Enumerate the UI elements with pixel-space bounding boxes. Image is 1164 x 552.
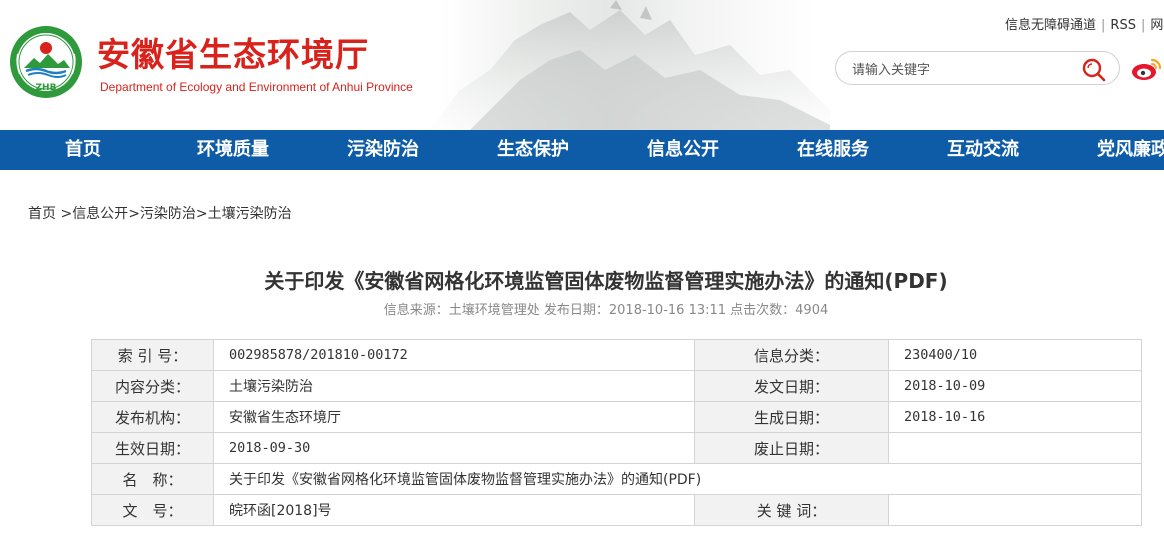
effective-date-label: 生效日期： <box>91 432 214 464</box>
breadcrumb-home[interactable]: 首页 <box>28 206 56 222</box>
repeal-date-label: 废止日期： <box>694 432 889 464</box>
breadcrumb-separator: > <box>60 206 73 222</box>
publisher-label: 发布机构： <box>91 401 214 433</box>
keywords-value <box>888 494 1142 526</box>
nav-item-home[interactable]: 首页 <box>65 130 101 170</box>
nav-item-ecological-protection[interactable]: 生态保护 <box>497 130 569 170</box>
logo-text: ZHB <box>36 83 57 93</box>
article-title: 关于印发《安徽省网格化环境监管固体废物监督管理实施办法》的通知(PDF) <box>264 269 948 293</box>
doc-no-label: 文 号： <box>91 494 214 526</box>
link-separator: | <box>1140 18 1146 33</box>
top-links: 信息无障碍通道 | RSS | 网 <box>1005 14 1163 33</box>
table-row: 内容分类： 土壤污染防治 发文日期： 2018-10-09 <box>91 370 1142 402</box>
article-meta: 信息来源：土壤环境管理处 发布日期：2018-10-16 13:11 点击次数：… <box>383 303 829 318</box>
breadcrumb-pollution-control[interactable]: 污染防治 <box>140 206 196 222</box>
weibo-icon[interactable] <box>1130 54 1164 82</box>
site-title[interactable]: 安徽省生态环境厅 <box>97 28 369 76</box>
logo-emblem[interactable]: ZHB <box>8 24 84 100</box>
created-date-value: 2018-10-16 <box>888 401 1142 433</box>
nav-item-interaction[interactable]: 互动交流 <box>947 130 1019 170</box>
nav-item-party-conduct[interactable]: 党风廉政 <box>1097 130 1164 170</box>
effective-date-value: 2018-09-30 <box>213 432 695 464</box>
nav-item-information-disclosure[interactable]: 信息公开 <box>647 130 719 170</box>
content-type-value: 土壤污染防治 <box>213 370 695 402</box>
nav-item-pollution-control[interactable]: 污染防治 <box>347 130 419 170</box>
repeal-date-value <box>888 432 1142 464</box>
breadcrumb: 首页 >信息公开>污染防治>土壤污染防治 <box>28 203 292 223</box>
created-date-label: 生成日期： <box>694 401 889 433</box>
name-value: 关于印发《安徽省网格化环境监管固体废物监督管理实施办法》的通知(PDF) <box>213 463 1142 495</box>
breadcrumb-separator: > <box>128 206 140 222</box>
link-separator: | <box>1101 18 1106 33</box>
table-row: 索 引 号： 002985878/201810-00172 信息分类： 2304… <box>91 339 1142 371</box>
breadcrumb-information-disclosure[interactable]: 信息公开 <box>72 206 128 222</box>
nav-item-environment-quality[interactable]: 环境质量 <box>197 130 269 170</box>
category-value: 230400/10 <box>888 339 1142 371</box>
search-input[interactable] <box>850 59 1074 81</box>
table-row: 生效日期： 2018-09-30 废止日期： <box>91 432 1142 464</box>
breadcrumb-separator: > <box>195 206 208 222</box>
accessibility-link[interactable]: 信息无障碍通道 <box>1005 18 1096 33</box>
category-label: 信息分类： <box>694 339 889 371</box>
content-type-label: 内容分类： <box>91 370 214 402</box>
nav-item-online-services[interactable]: 在线服务 <box>797 130 869 170</box>
main-nav: 首页 环境质量 污染防治 生态保护 信息公开 在线服务 互动交流 党风廉政 <box>0 130 1164 170</box>
name-label: 名 称： <box>91 463 214 495</box>
site-header: ZHB 安徽省生态环境厅 Department of Ecology and E… <box>0 0 1164 130</box>
header-landscape-image <box>430 0 830 130</box>
info-table: 索 引 号： 002985878/201810-00172 信息分类： 2304… <box>91 339 1142 526</box>
more-link[interactable]: 网 <box>1150 18 1163 33</box>
index-no-value: 002985878/201810-00172 <box>213 339 695 371</box>
publisher-value: 安徽省生态环境厅 <box>213 401 695 433</box>
table-row: 文 号： 皖环函[2018]号 关 键 词： <box>91 494 1142 526</box>
index-no-label: 索 引 号： <box>91 339 214 371</box>
breadcrumb-soil-pollution[interactable]: 土壤污染防治 <box>208 206 292 222</box>
table-row: 名 称： 关于印发《安徽省网格化环境监管固体废物监督管理实施办法》的通知(PDF… <box>91 463 1142 495</box>
doc-no-value: 皖环函[2018]号 <box>213 494 695 526</box>
site-subtitle: Department of Ecology and Environment of… <box>100 80 413 94</box>
table-row: 发布机构： 安徽省生态环境厅 生成日期： 2018-10-16 <box>91 401 1142 433</box>
issue-date-label: 发文日期： <box>694 370 889 402</box>
issue-date-value: 2018-10-09 <box>888 370 1142 402</box>
keywords-label: 关 键 词： <box>694 494 889 526</box>
rss-link[interactable]: RSS <box>1110 18 1136 33</box>
search-box <box>835 51 1120 85</box>
search-icon[interactable] <box>1080 56 1108 82</box>
